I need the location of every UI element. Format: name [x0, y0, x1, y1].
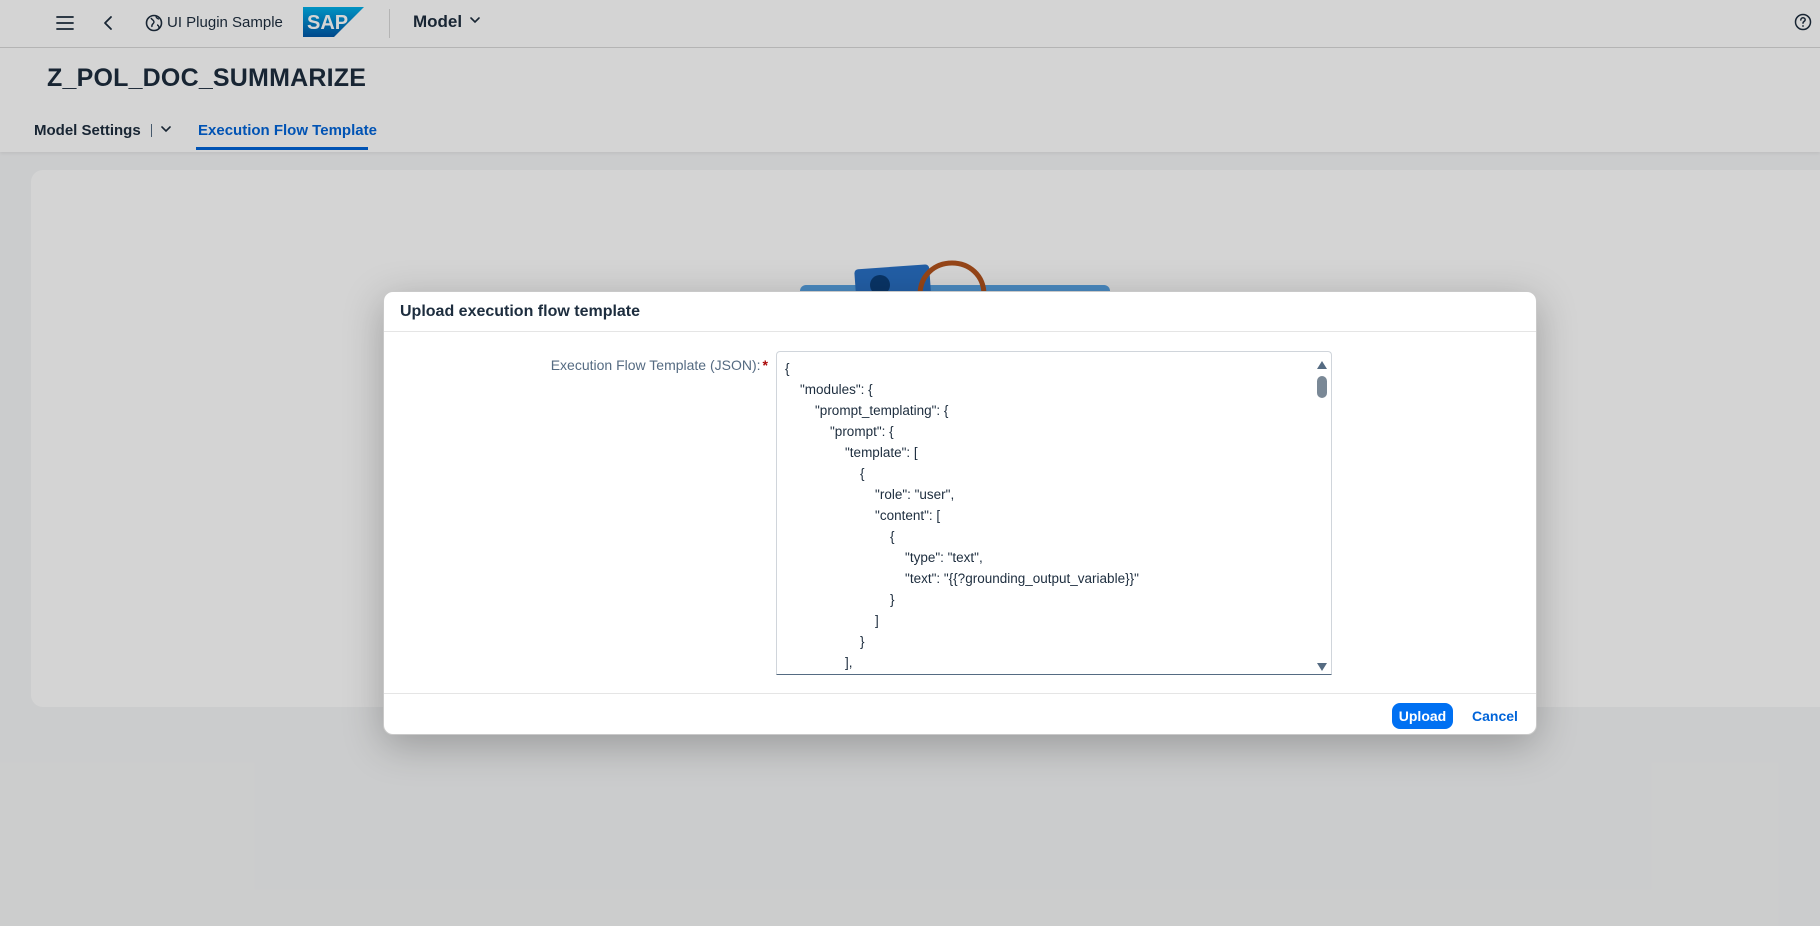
json-field-label: Execution Flow Template (JSON): *	[551, 357, 768, 373]
dialog-footer-divider	[384, 693, 1536, 694]
json-field-label-text: Execution Flow Template (JSON):	[550, 357, 761, 373]
scroll-down-arrow-icon[interactable]	[1316, 659, 1328, 671]
required-indicator: *	[762, 357, 768, 373]
dialog-title: Upload execution flow template	[400, 303, 641, 320]
upload-dialog: Upload execution flow template Execution…	[383, 291, 1537, 735]
scrollbar-thumb[interactable]	[1317, 376, 1327, 398]
json-textarea-value[interactable]: { "modules": { "prompt_templating": { "p…	[777, 352, 1331, 673]
json-textarea[interactable]: { "modules": { "prompt_templating": { "p…	[776, 351, 1332, 675]
upload-button[interactable]: Upload	[1392, 703, 1453, 729]
cancel-button[interactable]: Cancel	[1462, 703, 1528, 729]
scroll-up-arrow-icon[interactable]	[1316, 357, 1328, 369]
dialog-header-divider	[384, 331, 1536, 332]
